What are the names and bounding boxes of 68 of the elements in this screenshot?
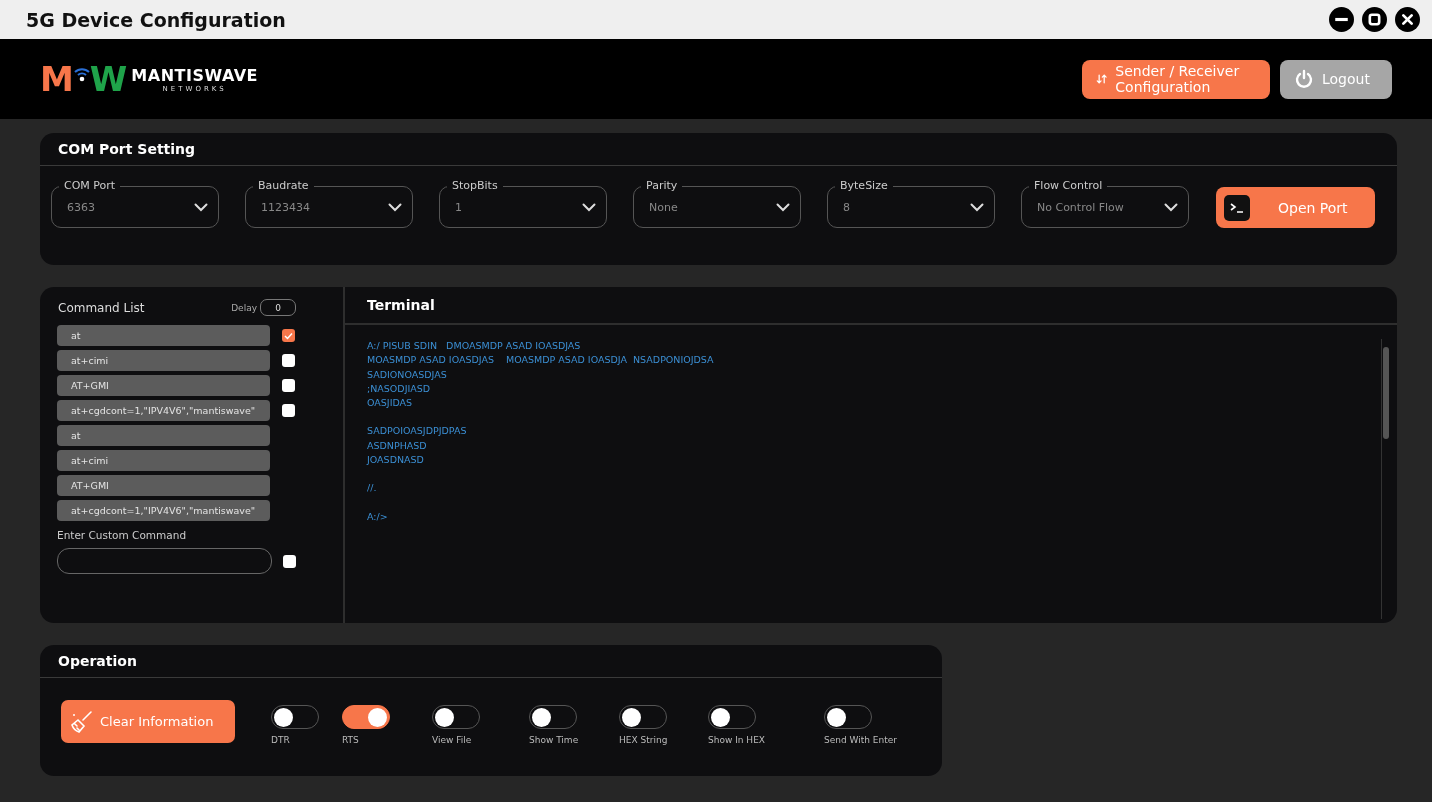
- command-item[interactable]: at: [57, 325, 270, 346]
- command-item[interactable]: at+cimi: [57, 450, 270, 471]
- command-item[interactable]: AT+GMI: [57, 375, 270, 396]
- toggle-label: RTS: [342, 735, 359, 745]
- panel-title: Terminal: [367, 297, 435, 313]
- terminal-line: JOASDNASD: [367, 453, 425, 468]
- terminal-line: MOASMDP ASAD IOASDJAS MOASMDP ASAD IOASDJA NSADPONIOJDSA: [367, 353, 715, 368]
- terminal-line: OASJIDAS: [367, 396, 414, 411]
- terminal-icon: [1224, 194, 1250, 221]
- close-icon[interactable]: [1395, 7, 1420, 32]
- chevron-down-icon: [582, 203, 596, 212]
- chevron-down-icon: [776, 203, 790, 212]
- logo-letter: M: [40, 62, 74, 96]
- minimize-icon[interactable]: [1329, 7, 1354, 32]
- checkbox[interactable]: [282, 354, 295, 367]
- panel-title: COM Port Setting: [58, 141, 196, 157]
- chevron-down-icon: [1164, 203, 1178, 212]
- terminal-line: A:/>: [367, 509, 389, 524]
- terminal-line: ASDNPHASD: [367, 438, 428, 453]
- chevron-down-icon: [388, 203, 402, 212]
- toggle-label: Send With Enter: [824, 735, 897, 745]
- dropdown-field[interactable]: ByteSize 8: [827, 179, 995, 228]
- field-label: Baudrate: [257, 179, 310, 193]
- dropdown-field[interactable]: StopBits 1: [439, 179, 607, 228]
- toggle-label: HEX String: [619, 735, 668, 745]
- dropdown-field[interactable]: Parity None: [633, 179, 801, 228]
- toggle-switch[interactable]: [342, 705, 390, 729]
- scrollbar-thumb[interactable]: [1383, 347, 1389, 439]
- command-item[interactable]: at: [57, 425, 270, 446]
- delay-field[interactable]: 0: [260, 299, 296, 316]
- field-label: Enter Custom Command: [57, 529, 188, 541]
- field-label: StopBits: [451, 179, 499, 193]
- custom-command-field[interactable]: [57, 548, 272, 574]
- command-item[interactable]: at+cimi: [57, 350, 270, 371]
- checkbox[interactable]: [282, 329, 295, 342]
- command-item[interactable]: at+cgdcont=1,"IPV4V6","mantiswave": [57, 500, 270, 521]
- section-title: Command List: [58, 300, 145, 315]
- command-item[interactable]: AT+GMI: [57, 475, 270, 496]
- dropdown-field[interactable]: COM Port 6363: [51, 179, 219, 228]
- chevron-down-icon: [194, 203, 208, 212]
- broom-icon: [69, 708, 95, 735]
- field-label: COM Port: [63, 179, 117, 193]
- power-icon: [1294, 69, 1314, 89]
- terminal-line: A:/ PISUB SDIN DMOASMDP ASAD IOASDJAS: [367, 339, 582, 353]
- toggle-label: Show In HEX: [708, 735, 765, 745]
- checkbox[interactable]: [283, 554, 296, 568]
- window-title: 5G Device Configuration: [26, 8, 286, 31]
- toggle-label: DTR: [271, 735, 290, 745]
- panel-title: Operation: [58, 653, 137, 669]
- terminal-line: SADPOIOASJDPJDPAS: [367, 424, 468, 439]
- dropdown-field[interactable]: Baudrate 1123434: [245, 179, 413, 228]
- checkbox[interactable]: [282, 379, 295, 392]
- maximize-icon[interactable]: [1362, 7, 1387, 32]
- toggle-label: View File: [432, 735, 472, 745]
- field-label: Flow Control: [1033, 179, 1104, 193]
- terminal-line: ;NASODJIASD: [367, 381, 432, 396]
- toggle-label: Show Time: [529, 735, 579, 745]
- terminal-line: //.: [367, 481, 378, 496]
- checkbox[interactable]: [282, 404, 295, 417]
- terminal-line: SADIONOASDJAS: [367, 367, 448, 382]
- chevron-down-icon: [970, 203, 984, 212]
- dropdown-field[interactable]: Flow Control No Control Flow: [1021, 179, 1189, 228]
- field-label: ByteSize: [839, 179, 889, 193]
- command-item[interactable]: at+cgdcont=1,"IPV4V6","mantiswave": [57, 400, 270, 421]
- field-label: Parity: [645, 179, 679, 193]
- logo-letter: W: [89, 62, 128, 96]
- brand-name: MANTISWAVE: [131, 65, 258, 85]
- delay-label: Delay: [231, 302, 257, 313]
